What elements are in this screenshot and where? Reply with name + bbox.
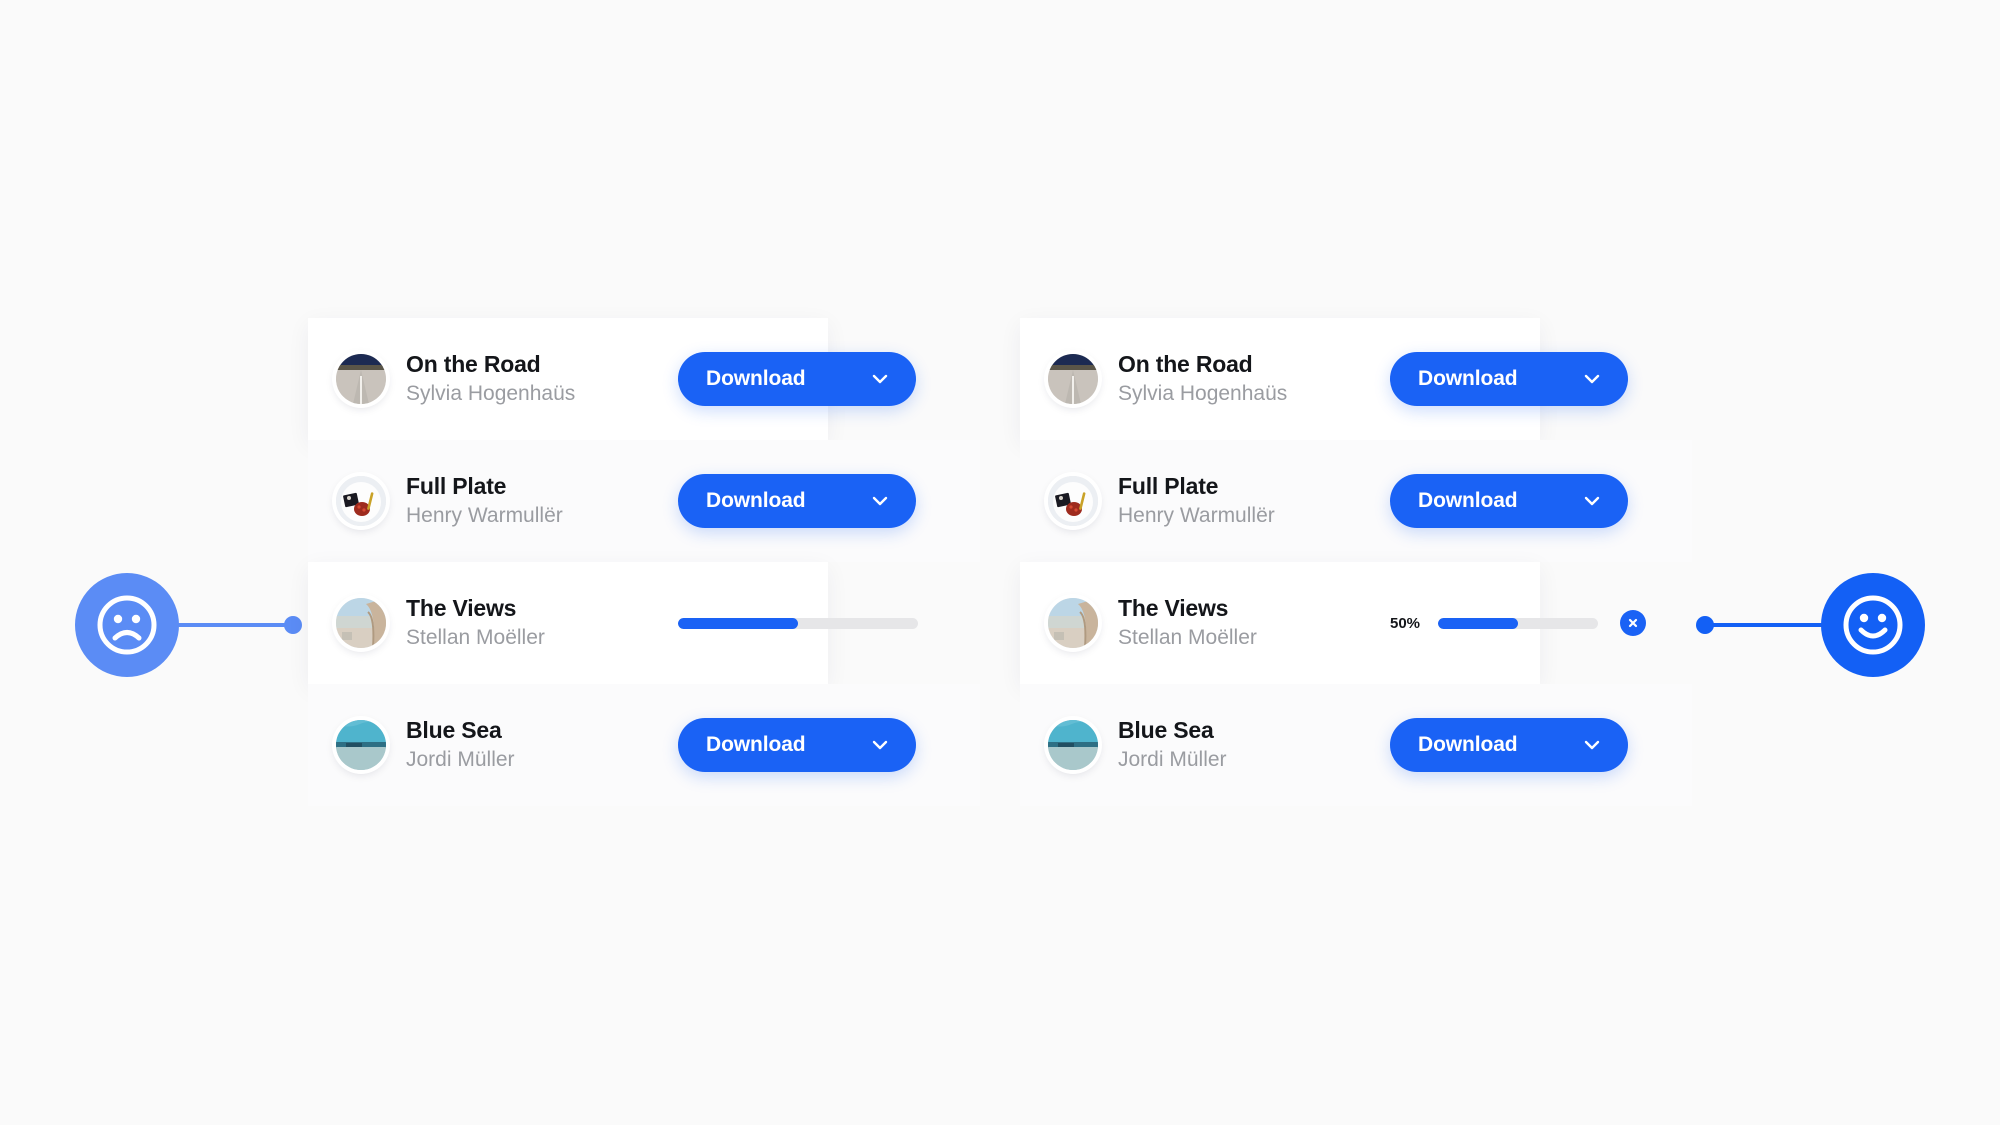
list-item-action: Download <box>1390 474 1628 528</box>
download-progress <box>678 596 918 650</box>
list-item-meta: On the Road Sylvia Hogenhaüs <box>1118 351 1378 407</box>
road-photo-thumbnail <box>1048 354 1098 404</box>
download-button[interactable]: Download <box>678 718 916 772</box>
frowning-face-icon <box>75 573 179 677</box>
download-button[interactable]: Download <box>1390 352 1628 406</box>
list-item-action: Download <box>678 718 916 772</box>
list-item-title: On the Road <box>1118 350 1253 377</box>
list-item-action: Download <box>1390 718 1628 772</box>
list-item-meta: Full Plate Henry Warmullër <box>406 473 666 529</box>
list-item[interactable]: Full Plate Henry Warmullër Download <box>1020 440 1692 562</box>
list-item-meta: On the Road Sylvia Hogenhaüs <box>406 351 666 407</box>
download-button-label: Download <box>706 367 806 390</box>
download-button[interactable]: Download <box>678 474 916 528</box>
chevron-down-icon[interactable] <box>870 735 890 755</box>
chevron-down-icon[interactable] <box>1582 735 1602 755</box>
download-button-label: Download <box>706 489 806 512</box>
connector-line-left <box>178 623 298 627</box>
plate-photo-thumbnail <box>336 476 386 526</box>
list-item-action: 50% <box>1390 596 1646 650</box>
download-button[interactable]: Download <box>1390 718 1628 772</box>
plate-photo-thumbnail <box>1048 476 1098 526</box>
list-item[interactable]: Blue Sea Jordi Müller Download <box>308 684 980 806</box>
download-button-label: Download <box>1418 489 1518 512</box>
list-item-meta: Blue Sea Jordi Müller <box>1118 717 1378 773</box>
download-progress: 50% <box>1390 596 1646 650</box>
list-item-title: Full Plate <box>1118 472 1219 499</box>
list-item-author: Jordi Müller <box>406 747 515 771</box>
download-list-panel-before: On the Road Sylvia Hogenhaüs Download Fu… <box>308 318 980 806</box>
list-item[interactable]: Full Plate Henry Warmullër Download <box>308 440 980 562</box>
list-item-author: Henry Warmullër <box>406 503 563 527</box>
list-item-title: Blue Sea <box>1118 716 1214 743</box>
list-item-meta: The Views Stellan Moëller <box>1118 595 1378 651</box>
list-item-author: Sylvia Hogenhaüs <box>406 381 576 405</box>
download-button-label: Download <box>706 733 806 756</box>
list-item[interactable]: Blue Sea Jordi Müller Download <box>1020 684 1692 806</box>
list-item-title: Blue Sea <box>406 716 502 743</box>
list-item-title: Full Plate <box>406 472 507 499</box>
download-list-panel-after: On the Road Sylvia Hogenhaüs Download Fu… <box>1020 318 1692 806</box>
views-photo-thumbnail <box>1048 598 1098 648</box>
smiling-face-icon <box>1821 573 1925 677</box>
list-item-action: Download <box>678 474 916 528</box>
list-item[interactable]: On the Road Sylvia Hogenhaüs Download <box>308 318 916 440</box>
list-item-action <box>678 596 918 650</box>
list-item-action: Download <box>678 352 916 406</box>
download-button[interactable]: Download <box>678 352 916 406</box>
list-item-author: Sylvia Hogenhaüs <box>1118 381 1288 405</box>
chevron-down-icon[interactable] <box>870 369 890 389</box>
sea-photo-thumbnail <box>1048 720 1098 770</box>
progress-track <box>678 617 918 629</box>
list-item-meta: Blue Sea Jordi Müller <box>406 717 666 773</box>
list-item-title: The Views <box>406 594 517 621</box>
list-item[interactable]: On the Road Sylvia Hogenhaüs Download <box>1020 318 1628 440</box>
progress-track <box>1438 617 1598 629</box>
sea-photo-thumbnail <box>336 720 386 770</box>
list-item[interactable]: The Views Stellan Moëller 50% <box>1020 562 1646 684</box>
chevron-down-icon[interactable] <box>1582 491 1602 511</box>
list-item-author: Stellan Moëller <box>1118 625 1257 649</box>
close-x-icon[interactable] <box>1620 610 1646 636</box>
list-item-action: Download <box>1390 352 1628 406</box>
progress-fill <box>678 617 798 629</box>
list-item-author: Jordi Müller <box>1118 747 1227 771</box>
chevron-down-icon[interactable] <box>870 491 890 511</box>
road-photo-thumbnail <box>336 354 386 404</box>
download-button[interactable]: Download <box>1390 474 1628 528</box>
download-button-label: Download <box>1418 733 1518 756</box>
list-item[interactable]: The Views Stellan Moëller <box>308 562 918 684</box>
list-item-author: Stellan Moëller <box>406 625 545 649</box>
progress-fill <box>1438 617 1518 629</box>
list-item-meta: The Views Stellan Moëller <box>406 595 666 651</box>
list-item-title: On the Road <box>406 350 541 377</box>
chevron-down-icon[interactable] <box>1582 369 1602 389</box>
list-item-meta: Full Plate Henry Warmullër <box>1118 473 1378 529</box>
connector-dot-right <box>1696 616 1714 634</box>
progress-percent-label: 50% <box>1390 614 1421 632</box>
download-button-label: Download <box>1418 367 1518 390</box>
list-item-author: Henry Warmullër <box>1118 503 1275 527</box>
views-photo-thumbnail <box>336 598 386 648</box>
list-item-title: The Views <box>1118 594 1229 621</box>
connector-dot-left <box>284 616 302 634</box>
